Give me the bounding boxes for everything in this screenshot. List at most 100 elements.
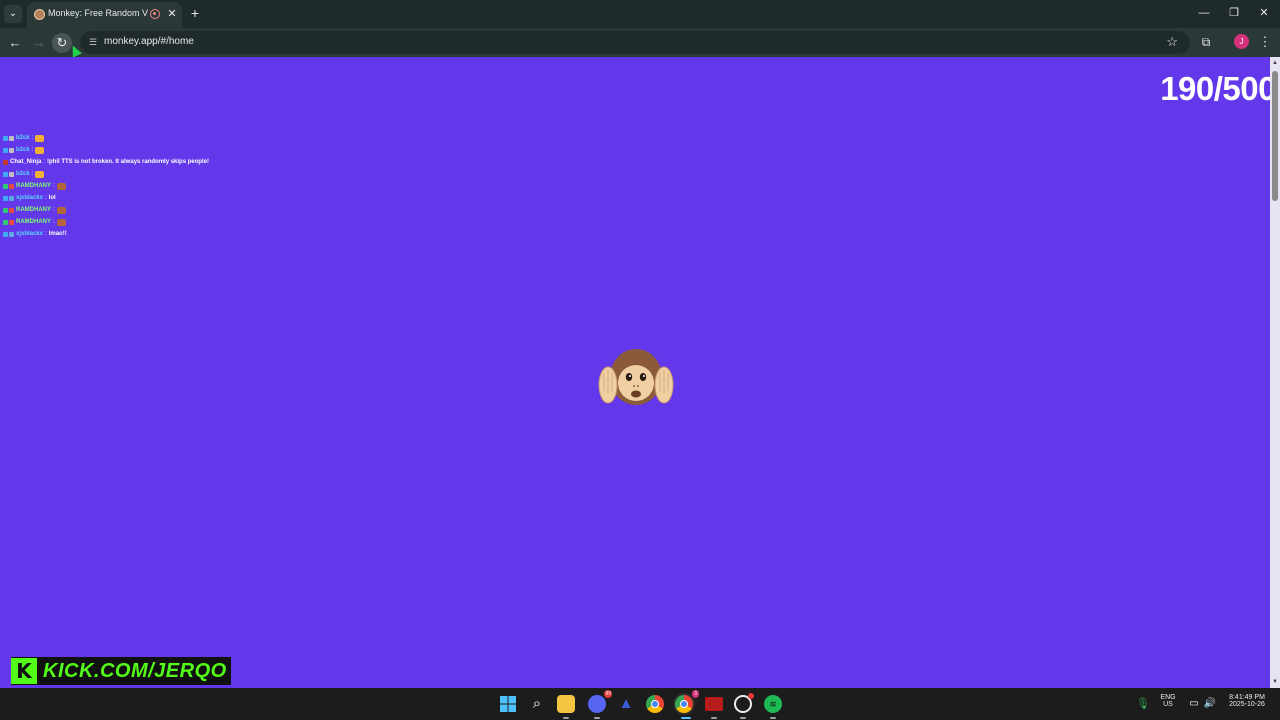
chat-emote-icon (56, 206, 66, 214)
chat-message: RAMDHANY: (3, 180, 263, 192)
chat-badge-icon (9, 183, 14, 189)
chat-badge-icon (3, 183, 8, 189)
chat-badge-icon (9, 219, 14, 225)
minimize-button[interactable]: — (1194, 4, 1214, 22)
chat-username: Chat_Ninja (10, 159, 42, 165)
plus-icon: + (190, 5, 200, 21)
chat-badge-icon (9, 135, 14, 141)
spotify-icon[interactable]: ≋ (764, 695, 782, 713)
page-viewport: 190/500 b2ck: b2ck: Chat_Ninja: !phil TTS i… (0, 57, 1280, 688)
chat-separator: : (31, 135, 34, 141)
chat-badge-icon (3, 171, 8, 177)
chat-separator: : (53, 207, 55, 213)
chat-message: RAMDHANY: (3, 204, 263, 216)
chat-text: lmao!! (48, 231, 67, 237)
page-scrollbar[interactable]: ▲ ▼ (1270, 57, 1280, 688)
hear-no-evil-monkey-icon (598, 349, 674, 405)
chat-separator: : (45, 195, 47, 201)
chat-username: xjxblackx (16, 231, 44, 237)
kick-channel-banner: K KICK.COM/JERQO (11, 657, 231, 685)
arc-icon[interactable]: ▲ (617, 695, 635, 713)
chat-emote-icon (35, 134, 45, 142)
windows-taskbar: ⌕ 99 ▲ 3 ≋ 🎙 ENG US ▭ 🔊 8:41:49 PM 2025-… (0, 688, 1280, 720)
tab-search-button[interactable]: ⌄ (4, 5, 22, 23)
chat-badge-icon (3, 135, 8, 141)
browser-toolbar: ← → ↻ ☰ monkey.app/#/home ☆ ⧉ J ⋮ (0, 28, 1280, 57)
scroll-up-icon[interactable]: ▲ (1270, 58, 1280, 68)
chat-message: xjxblackx: lol (3, 192, 263, 204)
clock[interactable]: 8:41:49 PM 2025-10-26 (1222, 694, 1272, 708)
file-explorer-icon[interactable] (557, 695, 575, 713)
chat-message: Chat_Ninja: !phil TTS is not broken. It a… (3, 156, 263, 168)
steelseries-icon[interactable] (734, 693, 754, 713)
profile-avatar[interactable]: J (1234, 34, 1249, 49)
chat-emote-icon (56, 218, 66, 226)
chat-badge-icon (3, 147, 8, 153)
chat-badge-icon (3, 195, 8, 201)
chat-username: b2ck (16, 135, 30, 141)
taskbar-active-indicator (594, 717, 600, 719)
chat-badge-icon (9, 195, 14, 201)
discord-icon[interactable]: 99 (588, 690, 612, 713)
address-bar[interactable]: ☰ monkey.app/#/home ☆ (80, 31, 1190, 54)
chat-overlay: b2ck: b2ck: Chat_Ninja: !phil TTS is not br… (3, 132, 263, 240)
volume-icon[interactable]: 🔊 (1201, 695, 1219, 713)
chat-message: RAMDHANY: (3, 216, 263, 228)
chat-badge-icon (9, 231, 14, 237)
search-icon[interactable]: ⌕ (528, 695, 546, 713)
forward-button[interactable]: → (29, 33, 49, 53)
chrome-profile-icon[interactable]: 3 (675, 690, 699, 713)
chat-badge-icon (3, 159, 8, 165)
taskbar-active-indicator (681, 717, 691, 719)
obs-icon[interactable] (705, 697, 723, 711)
tab-close-button[interactable]: ✕ (165, 7, 179, 20)
taskbar-active-indicator (740, 717, 746, 719)
scroll-down-icon[interactable]: ▼ (1270, 677, 1280, 687)
windows-start-icon[interactable] (499, 695, 517, 713)
star-icon[interactable]: ☆ (1166, 34, 1178, 50)
chat-username: RAMDHANY (16, 183, 51, 189)
chat-message: b2ck: (3, 132, 263, 144)
chat-separator: : (31, 171, 34, 177)
restore-button[interactable]: ❐ (1224, 4, 1244, 22)
tune-icon[interactable]: ☰ (86, 35, 100, 49)
chat-badge-icon (3, 207, 8, 213)
chat-message: xjxblackx: lmao!! (3, 228, 263, 240)
chat-text: lol (48, 195, 56, 201)
chat-emote-icon (35, 170, 45, 178)
back-arrow-icon: ← (8, 35, 22, 50)
back-button[interactable]: ← (5, 33, 25, 53)
new-tab-button[interactable]: + (188, 5, 202, 21)
chrome-icon[interactable] (646, 695, 664, 713)
tab-active[interactable]: Monkey: Free Random Vide ✕ (27, 2, 182, 28)
microphone-icon[interactable]: 🎙 (1134, 695, 1152, 713)
chat-username: RAMDHANY (16, 207, 51, 213)
language-indicator[interactable]: ENG US (1156, 694, 1180, 708)
chat-message: b2ck: (3, 168, 263, 180)
scrollbar-thumb[interactable] (1272, 71, 1278, 201)
chat-separator: : (53, 183, 55, 189)
goal-counter: 190/500 (1160, 70, 1276, 107)
chat-badge-icon (9, 147, 14, 153)
forward-arrow-icon: → (32, 35, 46, 50)
extensions-button[interactable]: ⧉ (1197, 33, 1215, 51)
chat-text: !phil TTS is not broken. It always rando… (47, 159, 210, 165)
minimize-icon: — (1198, 7, 1210, 19)
discord-badge: 99 (604, 690, 612, 698)
taskbar-active-indicator (770, 717, 776, 719)
close-icon: ✕ (1259, 7, 1269, 19)
kebab-menu-icon[interactable]: ⋮ (1257, 33, 1273, 51)
reload-icon: ↻ (56, 35, 68, 50)
chat-badge-icon (3, 231, 8, 237)
chat-message: b2ck: (3, 144, 263, 156)
recording-icon (150, 9, 160, 19)
kick-url-text: KICK.COM/JERQO (43, 659, 227, 682)
chat-separator: : (43, 159, 46, 165)
close-window-button[interactable]: ✕ (1254, 4, 1274, 22)
chat-username: b2ck (16, 147, 30, 153)
chat-separator: : (31, 147, 34, 153)
url-text[interactable]: monkey.app/#/home (104, 36, 194, 47)
kick-logo-icon: K (11, 658, 37, 684)
restore-icon: ❐ (1229, 7, 1239, 19)
chat-badge-icon (9, 207, 14, 213)
